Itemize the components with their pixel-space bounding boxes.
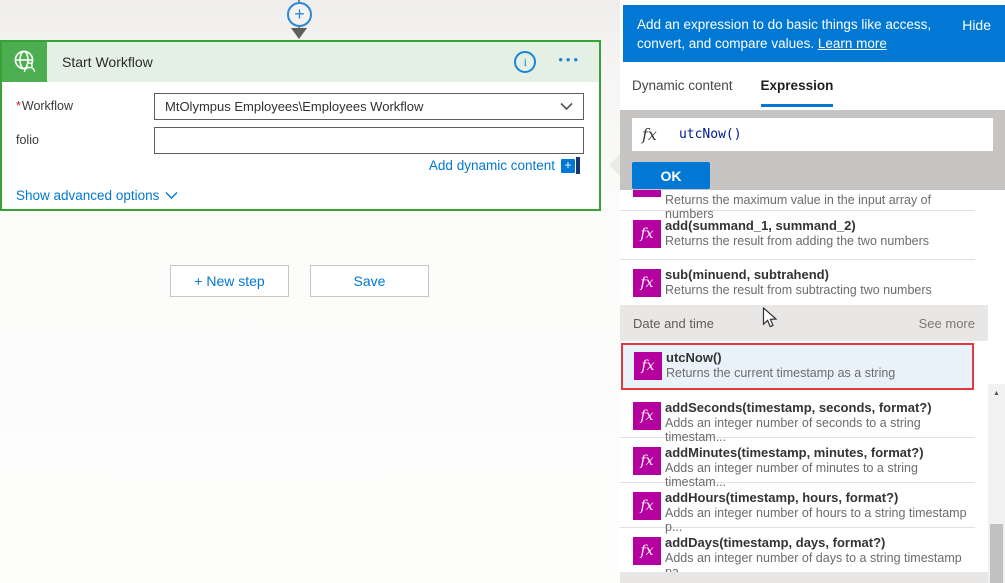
fx-function-icon: fx: [633, 402, 661, 430]
function-row-adddays[interactable]: fx addDays(timestamp, days, format?) Add…: [620, 529, 975, 579]
learn-more-link[interactable]: Learn more: [818, 36, 887, 51]
function-row-addhours[interactable]: fx addHours(timestamp, hours, format?) A…: [620, 484, 975, 534]
add-dynamic-content-label: Add dynamic content: [428, 158, 555, 173]
function-row-addseconds[interactable]: fx addSeconds(timestamp, seconds, format…: [620, 394, 975, 444]
fx-function-icon: fx: [633, 447, 661, 475]
function-row-partial[interactable]: Returns the maximum value in the input a…: [620, 190, 975, 221]
chevron-down-icon: [560, 102, 573, 111]
tab-dynamic-content[interactable]: Dynamic content: [632, 62, 733, 107]
folio-input[interactable]: [154, 127, 584, 154]
add-dynamic-content-bar-icon: [576, 157, 580, 174]
list-scrollbar[interactable]: ▲ ▼: [988, 384, 1005, 583]
insert-step-plus-icon[interactable]: +: [287, 2, 312, 27]
scrollbar-up-icon[interactable]: ▲: [988, 387, 1005, 401]
expression-help-banner: Add an expression to do basic things lik…: [623, 5, 1005, 62]
section-date-and-time: Date and time See more: [620, 305, 988, 341]
expression-input[interactable]: fx utcNow(): [632, 118, 993, 151]
expression-editor-band: fx utcNow() OK: [620, 110, 1005, 190]
function-row-sub[interactable]: fx sub(minuend, subtrahend) Returns the …: [620, 261, 975, 305]
fx-function-icon: fx: [634, 352, 662, 380]
action-card-header[interactable]: Start Workflow i •••: [2, 42, 599, 82]
section-title: Date and time: [633, 315, 714, 331]
list-bottom-band: [620, 572, 988, 583]
fx-icon: fx: [642, 125, 657, 144]
new-step-button[interactable]: + New step: [170, 265, 289, 297]
function-row-add[interactable]: fx add(summand_1, summand_2) Returns the…: [620, 212, 975, 260]
function-name: addSeconds(timestamp, seconds, format?): [665, 400, 932, 415]
panel-tabs: Dynamic content Expression: [632, 62, 861, 107]
function-row-utcnow-selected[interactable]: fx utcNow() Returns the current timestam…: [621, 343, 974, 390]
connector-arrow-icon: [291, 28, 307, 39]
required-mark: *: [16, 99, 21, 113]
flow-designer-canvas: + Start Workflow i ••• *Workflow MtOlymp…: [0, 0, 620, 583]
info-icon[interactable]: i: [514, 51, 537, 73]
ok-button[interactable]: OK: [632, 162, 710, 189]
expression-panel: Add an expression to do basic things lik…: [620, 0, 1005, 583]
workflow-field-label: *Workflow: [16, 99, 74, 113]
workflow-connector-icon: [2, 42, 47, 82]
add-dynamic-content-plus-icon: +: [561, 158, 575, 173]
function-name: addDays(timestamp, days, format?): [665, 535, 886, 550]
add-dynamic-content-link[interactable]: Add dynamic content +: [429, 157, 580, 174]
function-description: Returns the result from adding the two n…: [665, 234, 930, 248]
function-row-addminutes[interactable]: fx addMinutes(timestamp, minutes, format…: [620, 439, 975, 489]
function-list: Returns the maximum value in the input a…: [620, 190, 1005, 583]
see-more-link[interactable]: See more: [919, 316, 975, 331]
function-name: addHours(timestamp, hours, format?): [665, 490, 899, 505]
function-description: Returns the current timestamp as a strin…: [666, 366, 896, 380]
expression-value: utcNow(): [678, 127, 742, 142]
function-description: Returns the result from subtracting two …: [665, 283, 932, 297]
fx-function-icon: fx: [633, 492, 661, 520]
hide-button[interactable]: Hide: [962, 16, 991, 35]
save-button[interactable]: Save: [310, 265, 429, 297]
more-options-icon[interactable]: •••: [558, 52, 581, 67]
banner-text-line1: Add an expression to do basic things lik…: [637, 17, 932, 32]
show-advanced-options-label: Show advanced options: [16, 188, 160, 203]
workflow-dropdown[interactable]: MtOlympus Employees\Employees Workflow: [154, 93, 584, 120]
folio-field-label: folio: [16, 133, 39, 147]
action-card-title: Start Workflow: [62, 54, 153, 70]
chevron-down-icon: [165, 192, 178, 199]
fx-function-icon: fx: [633, 220, 661, 248]
function-name: sub(minuend, subtrahend): [665, 267, 829, 282]
start-workflow-action-card: Start Workflow i ••• *Workflow MtOlympus…: [0, 40, 601, 211]
function-name: add(summand_1, summand_2): [665, 218, 856, 233]
tab-expression[interactable]: Expression: [760, 62, 834, 107]
function-name: utcNow(): [666, 350, 722, 365]
show-advanced-options-link[interactable]: Show advanced options: [16, 188, 178, 203]
fx-function-icon: [633, 190, 661, 197]
banner-text-line2: convert, and compare values.: [637, 36, 818, 51]
fx-function-icon: fx: [633, 269, 661, 297]
function-name: addMinutes(timestamp, minutes, format?): [665, 445, 924, 460]
scrollbar-thumb[interactable]: [990, 524, 1003, 583]
workflow-dropdown-value: MtOlympus Employees\Employees Workflow: [165, 99, 424, 114]
fx-function-icon: fx: [633, 537, 661, 565]
